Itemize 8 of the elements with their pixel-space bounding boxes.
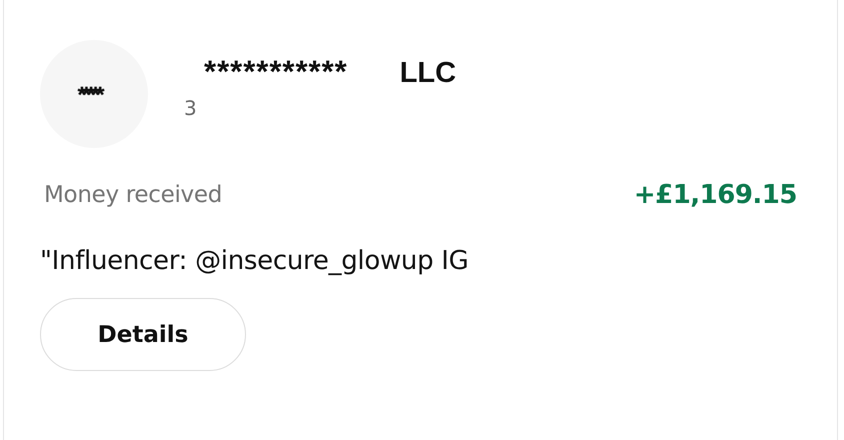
- transaction-description: "Influencer: @insecure_glowup IG: [40, 246, 470, 276]
- details-button[interactable]: Details: [40, 298, 246, 371]
- transaction-amount: +£1,169.15: [634, 180, 797, 210]
- merchant-name: ***********: [204, 54, 348, 90]
- avatar-text: *****: [78, 82, 100, 108]
- merchant-subtitle: 3: [184, 96, 198, 120]
- transaction-type: Money received: [44, 182, 222, 208]
- merchant-suffix: LLC: [400, 57, 456, 90]
